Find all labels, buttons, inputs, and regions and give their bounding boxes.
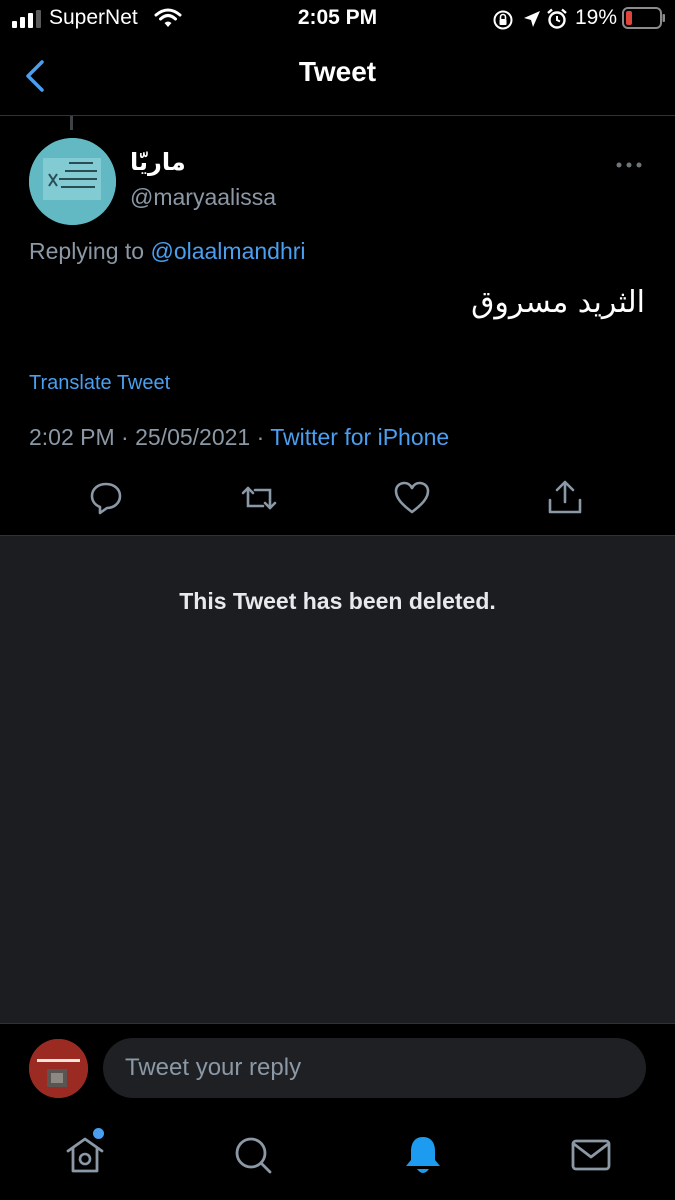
tab-messages[interactable] (569, 1133, 613, 1177)
reply-divider (0, 1023, 675, 1024)
author-display-name[interactable]: ماريّا (130, 148, 186, 176)
deleted-tweet-message: This Tweet has been deleted. (179, 588, 496, 614)
location-icon (522, 9, 542, 29)
current-user-avatar[interactable] (29, 1039, 88, 1098)
reply-input[interactable] (103, 1038, 646, 1098)
more-horizontal-icon (614, 152, 644, 178)
orientation-lock-icon (492, 9, 514, 31)
battery-icon (622, 7, 666, 29)
reply-button[interactable] (86, 478, 126, 518)
more-options-button[interactable] (614, 152, 644, 178)
status-time: 2:05 PM (297, 6, 378, 29)
nav-divider (0, 115, 675, 116)
status-bar: SuperNet 2:05 PM 19% (0, 0, 675, 38)
tab-notifications[interactable] (401, 1133, 445, 1177)
battery-percent: 19% (575, 6, 618, 29)
reply-icon (86, 478, 126, 518)
search-icon (231, 1133, 275, 1177)
author-avatar[interactable] (29, 138, 116, 225)
replying-to-line: Replying to @olaalmandhri (29, 238, 306, 265)
replying-prefix: Replying to (29, 238, 145, 264)
replying-to-link[interactable]: @olaalmandhri (150, 238, 305, 264)
tab-home[interactable] (63, 1128, 107, 1177)
thread-connector (70, 116, 73, 130)
home-badge-dot (93, 1128, 104, 1139)
tweet-text: الثريد مسروق (471, 285, 645, 320)
like-icon (392, 478, 432, 518)
tweet-timestamp: 2:02 PM · 25/05/2021 · (29, 424, 271, 450)
translate-tweet-link[interactable]: Translate Tweet (29, 372, 170, 395)
home-icon (63, 1133, 107, 1177)
share-button[interactable] (545, 478, 585, 518)
share-icon (545, 478, 585, 518)
retweet-button[interactable] (239, 478, 279, 518)
retweet-icon (239, 478, 279, 518)
author-handle[interactable]: @maryaalissa (130, 184, 276, 211)
tweet-source-link[interactable]: Twitter for iPhone (270, 424, 449, 450)
page-title: Tweet (298, 56, 377, 87)
like-button[interactable] (392, 478, 432, 518)
messages-icon (569, 1133, 613, 1177)
alarm-icon (546, 8, 568, 30)
tweet-meta: 2:02 PM · 25/05/2021 · Twitter for iPhon… (29, 424, 449, 451)
tab-search[interactable] (231, 1133, 275, 1177)
notifications-icon (401, 1133, 445, 1177)
